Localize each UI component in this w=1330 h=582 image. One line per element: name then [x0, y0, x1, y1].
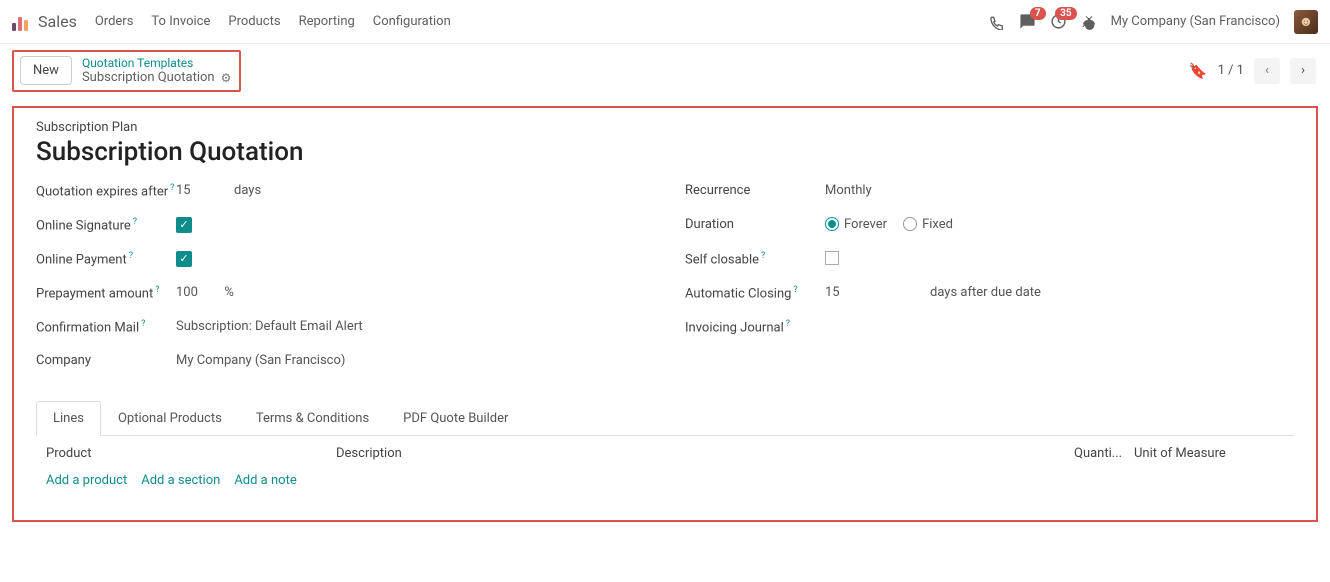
autoclose-value[interactable]: 15	[825, 285, 920, 300]
autoclose-label: Automatic Closing?	[685, 283, 825, 301]
plan-title[interactable]: Subscription Quotation	[36, 137, 1294, 167]
selfclose-label: Self closable?	[685, 249, 825, 267]
grid-header: Product Description Quanti... Unit of Me…	[14, 436, 1316, 471]
duration-label: Duration	[685, 215, 825, 232]
add-note-link[interactable]: Add a note	[234, 473, 296, 488]
signature-label: Online Signature?	[36, 215, 176, 233]
column-description[interactable]: Description	[336, 446, 1074, 461]
plan-label: Subscription Plan	[36, 120, 1294, 135]
nav-orders[interactable]: Orders	[95, 14, 134, 29]
recurrence-label: Recurrence	[685, 181, 825, 198]
company-value[interactable]: My Company (San Francisco)	[176, 353, 345, 368]
help-icon[interactable]: ?	[786, 319, 790, 329]
pager: 🔖 1 / 1 ‹ ›	[1189, 58, 1318, 84]
help-icon[interactable]: ?	[155, 285, 159, 295]
grid-actions: Add a product Add a section Add a note	[14, 471, 1316, 490]
expires-unit: days	[234, 183, 261, 198]
app-title[interactable]: Sales	[38, 12, 77, 31]
confirm-value[interactable]: Subscription: Default Email Alert	[176, 319, 363, 334]
nav-configuration[interactable]: Configuration	[373, 14, 451, 29]
column-product[interactable]: Product	[46, 446, 336, 461]
user-avatar[interactable]: ☻	[1294, 10, 1318, 34]
breadcrumb-row: New Quotation Templates Subscription Quo…	[0, 44, 1330, 92]
gear-icon[interactable]: ⚙	[221, 71, 232, 85]
nav-to-invoice[interactable]: To Invoice	[151, 14, 210, 29]
signature-checkbox[interactable]: ✓	[176, 217, 192, 233]
journal-label: Invoicing Journal?	[685, 317, 825, 335]
messages-icon[interactable]: 7	[1019, 13, 1036, 30]
column-uom[interactable]: Unit of Measure	[1134, 446, 1284, 461]
duration-fixed-radio[interactable]: Fixed	[903, 217, 953, 232]
add-section-link[interactable]: Add a section	[141, 473, 220, 488]
help-icon[interactable]: ?	[761, 251, 765, 261]
bookmark-icon[interactable]: 🔖	[1189, 62, 1208, 80]
right-column: Recurrence Monthly Duration Forever Fixe…	[685, 181, 1294, 385]
help-icon[interactable]: ?	[141, 319, 145, 329]
confirm-label: Confirmation Mail?	[36, 317, 176, 335]
breadcrumb-highlight: New Quotation Templates Subscription Quo…	[12, 50, 241, 92]
selfclose-checkbox[interactable]	[825, 251, 839, 265]
nav-products[interactable]: Products	[228, 14, 280, 29]
phone-icon[interactable]	[989, 14, 1005, 30]
main-form-panel: Subscription Plan Subscription Quotation…	[12, 106, 1318, 522]
payment-label: Online Payment?	[36, 249, 176, 267]
help-icon[interactable]: ?	[793, 285, 797, 295]
debug-icon[interactable]	[1081, 14, 1097, 30]
prepay-label: Prepayment amount?	[36, 283, 176, 301]
tab-terms[interactable]: Terms & Conditions	[239, 401, 386, 435]
left-column: Quotation expires after? 15 days Online S…	[36, 181, 645, 385]
recurrence-value[interactable]: Monthly	[825, 183, 872, 198]
column-quantity[interactable]: Quanti...	[1074, 446, 1134, 461]
activities-icon[interactable]: 35	[1050, 13, 1067, 30]
tab-optional-products[interactable]: Optional Products	[101, 401, 239, 435]
company-label: Company	[36, 351, 176, 368]
add-product-link[interactable]: Add a product	[46, 473, 127, 488]
duration-forever-radio[interactable]: Forever	[825, 217, 887, 232]
pager-text: 1 / 1	[1218, 63, 1244, 78]
pager-prev-button[interactable]: ‹	[1254, 58, 1280, 84]
tabs: Lines Optional Products Terms & Conditio…	[36, 401, 1294, 436]
tab-pdf-builder[interactable]: PDF Quote Builder	[386, 401, 525, 435]
activities-badge: 35	[1055, 7, 1076, 20]
breadcrumb-current: Subscription Quotation ⚙	[82, 70, 231, 86]
breadcrumb-current-text: Subscription Quotation	[82, 70, 215, 86]
messages-badge: 7	[1030, 7, 1046, 20]
prepay-unit: %	[224, 285, 234, 300]
autoclose-unit: days after due date	[930, 285, 1041, 300]
top-nav: Sales Orders To Invoice Products Reporti…	[0, 0, 1330, 44]
company-selector[interactable]: My Company (San Francisco)	[1111, 14, 1280, 29]
prepay-value[interactable]: 100	[176, 285, 198, 300]
breadcrumb-parent[interactable]: Quotation Templates	[82, 56, 231, 70]
expires-label: Quotation expires after?	[36, 181, 176, 199]
help-icon[interactable]: ?	[129, 251, 133, 261]
nav-reporting[interactable]: Reporting	[299, 14, 355, 29]
expires-value[interactable]: 15	[176, 183, 206, 198]
payment-checkbox[interactable]: ✓	[176, 251, 192, 267]
pager-next-button[interactable]: ›	[1290, 58, 1316, 84]
help-icon[interactable]: ?	[170, 183, 174, 193]
new-button[interactable]: New	[20, 56, 72, 85]
app-logo-icon	[12, 13, 30, 31]
help-icon[interactable]: ?	[133, 217, 137, 227]
tab-lines[interactable]: Lines	[36, 401, 101, 436]
